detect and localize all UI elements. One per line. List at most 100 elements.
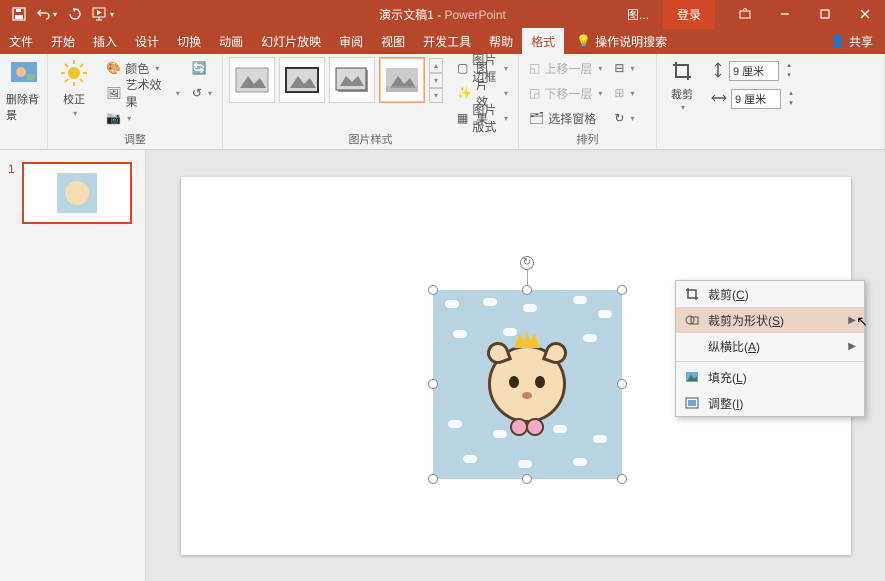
minimize-button[interactable] (765, 0, 805, 28)
maximize-button[interactable] (805, 0, 845, 28)
handle-tl[interactable] (428, 285, 438, 295)
crop-icon (684, 286, 700, 302)
document-name: 演示文稿1 (379, 8, 434, 22)
tab-developer[interactable]: 开发工具 (414, 28, 480, 54)
handle-mr[interactable] (617, 379, 627, 389)
slide-thumbnail-panel: 1 (0, 150, 146, 581)
selected-picture[interactable]: ↻ (433, 290, 622, 479)
share-icon: 👤 (830, 34, 845, 48)
width-icon (711, 91, 727, 108)
height-up[interactable]: ▴ (783, 61, 795, 71)
crop-dropdown-menu: 裁剪(C) 裁剪为形状(S) ▶ ↖ 纵横比(A) ▶ 填充(L) 调整(I) (675, 280, 865, 417)
effects-icon: 🖼 (106, 86, 121, 100)
app-name: PowerPoint (444, 8, 505, 22)
submenu-arrow-icon: ▶ (848, 315, 856, 326)
bring-forward-button[interactable]: ◱上移一层▾ (525, 57, 606, 79)
handle-br[interactable] (617, 474, 627, 484)
selection-pane-button[interactable]: 🗂选择窗格 (525, 107, 606, 129)
contextual-tab-label: 图... (617, 2, 659, 27)
submenu-arrow-icon: ▶ (848, 341, 856, 352)
fill-icon (684, 369, 700, 385)
height-input[interactable]: 9 厘米 (729, 61, 779, 81)
width-down[interactable]: ▾ (785, 99, 797, 109)
compress-icon: 📷 (106, 111, 121, 125)
height-down[interactable]: ▾ (783, 71, 795, 81)
save-button[interactable] (6, 2, 32, 26)
handle-tc[interactable] (522, 285, 532, 295)
menu-fit[interactable]: 调整(I) (676, 390, 864, 416)
width-input[interactable]: 9 厘米 (731, 89, 781, 109)
handle-tr[interactable] (617, 285, 627, 295)
tab-transition[interactable]: 切换 (168, 28, 210, 54)
tab-slideshow[interactable]: 幻灯片放映 (252, 28, 330, 54)
align-button[interactable]: ⊟▾ (610, 57, 638, 79)
backward-icon: ◲ (529, 86, 540, 100)
pic-effects-icon: ✨ (457, 86, 472, 100)
width-input-row: 9 厘米 ▴▾ (711, 89, 797, 109)
menu-aspect-ratio[interactable]: 纵横比(A) ▶ (676, 333, 864, 359)
change-picture-button[interactable]: 🔄 (188, 57, 216, 79)
selection-icon: 🗂 (529, 111, 544, 125)
close-button[interactable] (845, 0, 885, 28)
picture-layout-button[interactable]: ▦图片版式▾ (453, 107, 512, 129)
redo-button[interactable] (62, 2, 88, 26)
remove-bg-icon (8, 57, 40, 89)
handle-bc[interactable] (522, 474, 532, 484)
menu-fill[interactable]: 填充(L) (676, 364, 864, 390)
sun-icon (58, 57, 90, 89)
gallery-up-button[interactable]: ▴ (429, 58, 443, 73)
cat-illustration (488, 345, 566, 423)
remove-background-button[interactable]: 删除背景 (6, 57, 41, 123)
tell-me-search[interactable]: 💡 操作说明搜索 (576, 33, 667, 50)
menu-bar: 文件 开始 插入 设计 切换 动画 幻灯片放映 审阅 视图 开发工具 帮助 格式… (0, 28, 885, 54)
style-item-1[interactable] (229, 57, 275, 103)
undo-button[interactable]: ▾ (34, 2, 60, 26)
height-input-row: 9 厘米 ▴▾ (711, 61, 797, 81)
height-icon (711, 62, 725, 81)
title-bar: ▾ ▾ 演示文稿1 - PowerPoint 图... 登录 (0, 0, 885, 28)
width-up[interactable]: ▴ (785, 89, 797, 99)
handle-bl[interactable] (428, 474, 438, 484)
tab-animation[interactable]: 动画 (210, 28, 252, 54)
tab-format[interactable]: 格式 (522, 28, 564, 54)
slide-number: 1 (8, 162, 15, 176)
gallery-more-button[interactable]: ▾ (429, 88, 443, 103)
workspace: 1 ↻ (0, 150, 885, 581)
crop-label: 裁剪 (671, 86, 693, 102)
tab-design[interactable]: 设计 (126, 28, 168, 54)
menu-crop-to-shape[interactable]: 裁剪为形状(S) ▶ ↖ (676, 307, 864, 333)
share-button[interactable]: 👤 共享 (830, 33, 885, 50)
ribbon-options-button[interactable] (725, 0, 765, 28)
quick-access-toolbar: ▾ ▾ (0, 2, 116, 26)
lightbulb-icon: 💡 (576, 34, 591, 48)
artistic-effects-button[interactable]: 🖼艺术效果▾ (102, 82, 184, 104)
group-button[interactable]: ⊞▾ (610, 82, 638, 104)
reset-picture-button[interactable]: ↺▾ (188, 82, 216, 104)
style-item-4-selected[interactable] (379, 57, 425, 103)
send-backward-button[interactable]: ◲下移一层▾ (525, 82, 606, 104)
tab-view[interactable]: 视图 (372, 28, 414, 54)
slide-thumbnail-1[interactable] (22, 162, 132, 224)
menu-crop[interactable]: 裁剪(C) (676, 281, 864, 307)
change-icon: 🔄 (192, 61, 207, 75)
picture-styles-gallery[interactable]: ▴ ▾ ▾ (229, 57, 443, 103)
tab-home[interactable]: 开始 (42, 28, 84, 54)
tab-review[interactable]: 审阅 (330, 28, 372, 54)
tab-insert[interactable]: 插入 (84, 28, 126, 54)
tab-file[interactable]: 文件 (0, 28, 42, 54)
corrections-button[interactable]: 校正 ▾ (54, 57, 94, 118)
crop-button[interactable]: 裁剪 ▾ (663, 57, 701, 115)
remove-bg-label: 删除背景 (6, 91, 41, 123)
handle-ml[interactable] (428, 379, 438, 389)
style-item-2[interactable] (279, 57, 325, 103)
rotate-handle[interactable]: ↻ (520, 256, 534, 270)
rotate-button[interactable]: ↻▾ (610, 107, 638, 129)
compress-button[interactable]: 📷▾ (102, 107, 184, 129)
group-icon: ⊞ (614, 86, 624, 100)
style-item-3[interactable] (329, 57, 375, 103)
start-from-beginning-button[interactable]: ▾ (90, 2, 116, 26)
gallery-down-button[interactable]: ▾ (429, 73, 443, 88)
styles-group-label: 图片样式 (229, 131, 512, 149)
window-title: 演示文稿1 - PowerPoint (379, 6, 506, 23)
login-button[interactable]: 登录 (663, 0, 715, 29)
